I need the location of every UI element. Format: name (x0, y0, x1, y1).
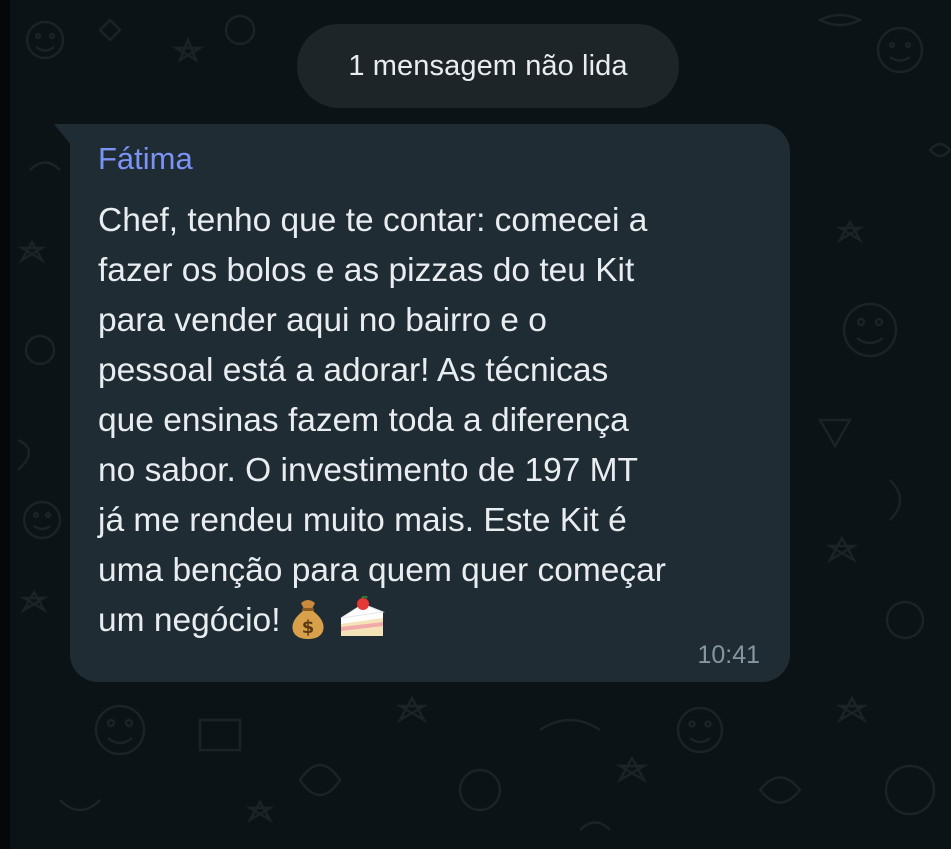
message-bubble[interactable]: Fátima Chef, tenho que te contar: comece… (54, 124, 790, 682)
message-text: Chef, tenho que te contar: comecei a faz… (98, 196, 768, 646)
message-line: pessoal está a adorar! As técnicas (98, 352, 609, 389)
message-line: para vender aqui no bairro e o (98, 302, 547, 339)
sender-name[interactable]: Fátima (98, 140, 760, 178)
svg-text:$: $ (301, 617, 314, 638)
message-line: uma benção para quem quer começar (98, 552, 666, 589)
message-line: um negócio! (98, 602, 281, 639)
unread-messages-banner: 1 mensagem não lida (297, 24, 679, 108)
chat-view: 1 mensagem não lida Fátima Chef, tenho q… (0, 0, 951, 849)
bubble-tail (54, 124, 72, 146)
message-timestamp: 10:41 (697, 641, 760, 669)
message-line: que ensinas fazem toda a diferença (98, 402, 629, 439)
message-line: fazer os bolos e as pizzas do teu Kit (98, 252, 635, 289)
money-bag-icon: $ (291, 600, 324, 640)
message-line: Chef, tenho que te contar: comecei a (98, 202, 648, 239)
shortcake-icon (340, 596, 385, 637)
emoji-group: $ (287, 595, 387, 641)
message-line: já me rendeu muito mais. Este Kit é (98, 502, 627, 539)
message-line: no sabor. O investimento de 197 MT (98, 452, 639, 489)
